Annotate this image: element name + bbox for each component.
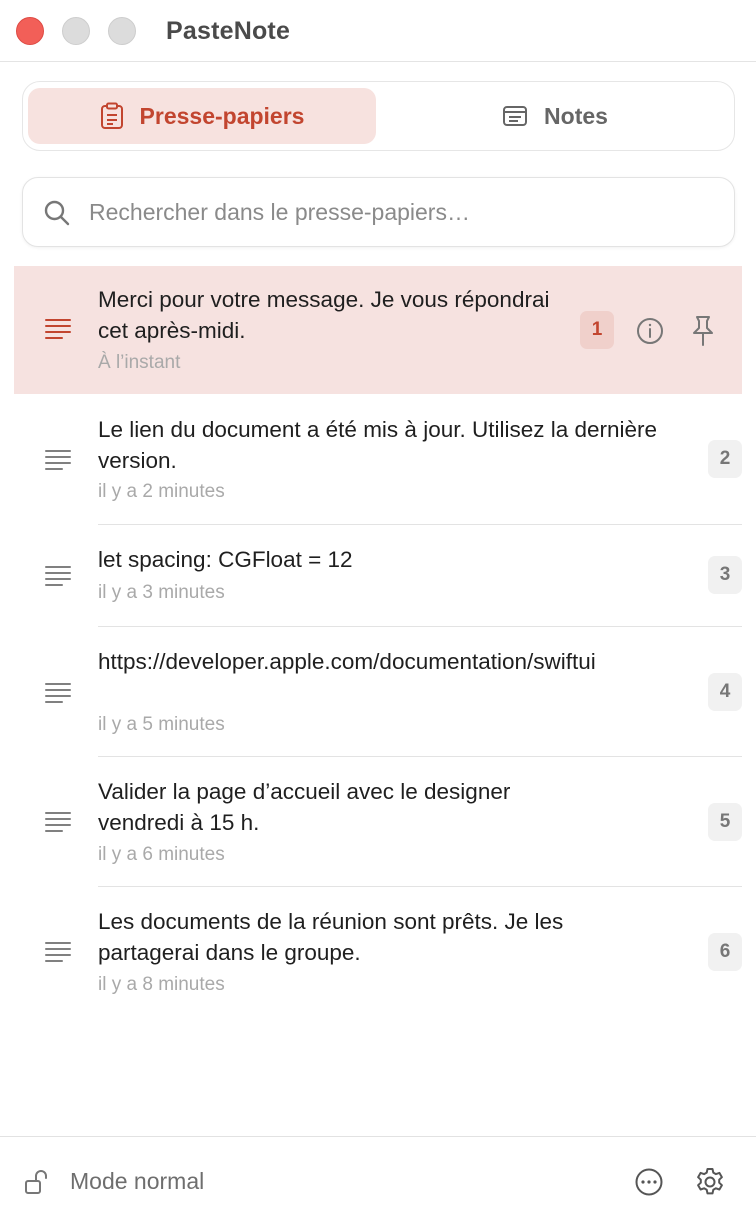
title-bar: PasteNote [0, 0, 756, 62]
item-time: il y a 3 minutes [98, 582, 225, 603]
item-time: il y a 5 minutes [98, 714, 225, 735]
item-time: il y a 6 minutes [98, 844, 225, 865]
clipboard-list: Merci pour votre message. Je vous répond… [0, 266, 756, 1017]
item-text: Valider la page d’accueil avec le design… [98, 779, 511, 835]
pin-icon[interactable] [690, 315, 716, 352]
tab-clipboard[interactable]: Presse-papiers [28, 88, 376, 144]
footer-bar: Mode normal [0, 1136, 756, 1220]
search-box [22, 177, 735, 247]
item-index-badge: 5 [708, 803, 742, 841]
item-index-badge: 6 [708, 933, 742, 971]
text-lines-icon [44, 681, 72, 710]
minimize-window-button[interactable] [62, 17, 90, 45]
tab-switcher: Presse-papiers Notes [22, 81, 735, 151]
clipboard-icon [100, 102, 124, 130]
item-index-badge: 3 [708, 556, 742, 594]
gear-icon[interactable] [694, 1166, 726, 1203]
text-lines-icon [44, 448, 72, 477]
item-time: il y a 2 minutes [98, 481, 225, 502]
text-lines-icon [44, 940, 72, 969]
tab-notes-label: Notes [544, 102, 608, 129]
text-lines-icon [44, 564, 72, 593]
zoom-window-button[interactable] [108, 17, 136, 45]
mode-label: Mode normal [70, 1168, 205, 1194]
item-text: Merci pour votre message. Je vous répond… [98, 287, 550, 343]
search-icon [43, 199, 71, 232]
note-icon [502, 105, 528, 127]
list-item[interactable]: Les documents de la réunion sont prêts. … [0, 887, 756, 1017]
window-title: PasteNote [166, 17, 291, 45]
item-index-badge: 2 [708, 440, 742, 478]
text-lines-icon [44, 317, 72, 346]
search-input[interactable] [89, 190, 719, 234]
text-lines-icon [44, 810, 72, 839]
item-text: Les documents de la réunion sont prêts. … [98, 909, 564, 965]
list-item[interactable]: Le lien du document a été mis à jour. Ut… [0, 394, 756, 525]
list-item[interactable]: Merci pour votre message. Je vous répond… [14, 266, 742, 394]
item-text: https://developer.apple.com/documentatio… [98, 649, 596, 674]
list-item[interactable]: https://developer.apple.com/documentatio… [0, 627, 756, 757]
unlock-icon[interactable] [24, 1168, 52, 1201]
item-time: il y a 8 minutes [98, 974, 225, 995]
item-index-badge: 4 [708, 673, 742, 711]
close-window-button[interactable] [16, 17, 44, 45]
item-time: À l’instant [98, 352, 181, 373]
item-index-badge: 1 [580, 311, 614, 349]
item-text: let spacing: CGFloat = 12 [98, 547, 353, 572]
list-item[interactable]: Valider la page d’accueil avec le design… [0, 757, 756, 887]
info-icon[interactable] [636, 317, 664, 350]
item-text: Le lien du document a été mis à jour. Ut… [98, 417, 658, 473]
list-item[interactable]: let spacing: CGFloat = 12 il y a 3 minut… [0, 525, 756, 627]
tab-clipboard-label: Presse-papiers [139, 102, 305, 129]
tab-notes[interactable]: Notes [381, 88, 729, 144]
more-options-icon[interactable] [634, 1167, 664, 1202]
